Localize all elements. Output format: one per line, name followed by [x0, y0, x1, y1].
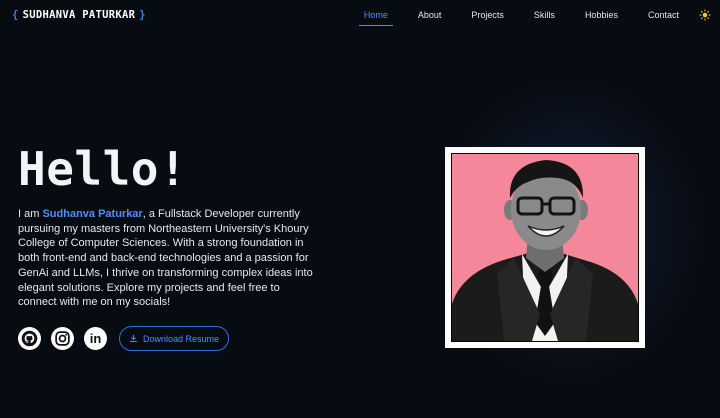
- theme-toggle-button[interactable]: [698, 8, 712, 22]
- instagram-icon: [55, 331, 70, 346]
- hero-title: Hello!: [18, 142, 188, 196]
- brand-name: SUDHANVA PATURKAR: [22, 9, 136, 21]
- brand-logo[interactable]: { SUDHANVA PATURKAR }: [8, 9, 150, 21]
- bio-prefix: I am: [18, 208, 43, 220]
- hero-bio: I am Sudhanva Paturkar, a Fullstack Deve…: [18, 207, 318, 310]
- nav-item-contact[interactable]: Contact: [645, 6, 682, 24]
- linkedin-icon: in: [89, 331, 102, 346]
- brand-close-brace: }: [139, 9, 146, 21]
- download-icon: [130, 334, 137, 342]
- profile-photo-frame: [445, 147, 645, 348]
- nav-item-about[interactable]: About: [415, 6, 445, 24]
- nav-item-projects[interactable]: Projects: [468, 6, 507, 24]
- profile-photo: [452, 154, 638, 341]
- nav-item-skills[interactable]: Skills: [531, 6, 558, 24]
- github-link[interactable]: [18, 327, 41, 350]
- sun-icon: [699, 9, 711, 21]
- main-nav: Home About Projects Skills Hobbies Conta…: [337, 6, 712, 26]
- social-links: in Download Resume: [18, 326, 230, 351]
- nav-item-hobbies[interactable]: Hobbies: [582, 6, 621, 24]
- download-resume-label: Download Resume: [143, 333, 220, 344]
- bio-text: , a Fullstack Developer currently pursui…: [18, 208, 313, 309]
- portrait-illustration: [452, 160, 638, 341]
- nav-item-home[interactable]: Home: [358, 6, 393, 26]
- bio-name-highlight: Sudhanva Paturkar: [42, 208, 143, 220]
- instagram-link[interactable]: [51, 327, 74, 350]
- download-resume-button[interactable]: Download Resume: [119, 326, 230, 351]
- brand-open-brace: {: [12, 9, 19, 21]
- github-icon: [21, 330, 38, 347]
- linkedin-link[interactable]: in: [84, 327, 107, 350]
- top-navbar: { SUDHANVA PATURKAR } Home About Project…: [0, 0, 720, 30]
